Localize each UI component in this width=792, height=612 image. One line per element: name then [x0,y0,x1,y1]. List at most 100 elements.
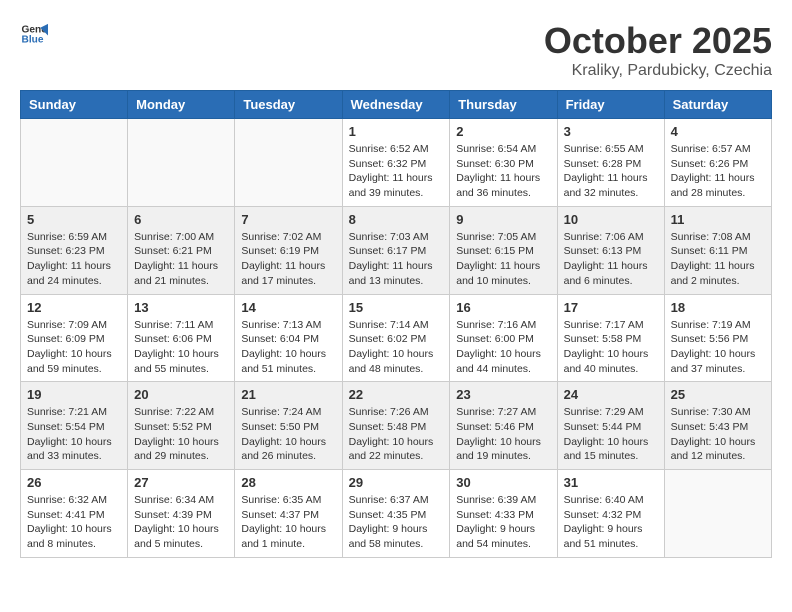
day-info: Sunrise: 7:06 AM Sunset: 6:13 PM Dayligh… [564,230,658,289]
day-number: 26 [27,475,121,490]
day-number: 24 [564,387,658,402]
day-number: 18 [671,300,765,315]
calendar-cell: 26 Sunrise: 6:32 AM Sunset: 4:41 PM Dayli… [21,470,128,558]
day-info: Sunrise: 7:08 AM Sunset: 6:11 PM Dayligh… [671,230,765,289]
day-number: 20 [134,387,228,402]
day-number: 3 [564,124,658,139]
calendar-cell: 19Sunrise: 7:21 AM Sunset: 5:54 PM Dayli… [21,382,128,470]
page-container: General Blue October 2025 Kraliky, Pardu… [20,20,772,558]
calendar-cell [21,119,128,207]
calendar-week-row: 5 Sunrise: 6:59 AM Sunset: 6:23 PM Daylig… [21,206,772,294]
calendar-cell: 30Sunrise: 6:39 AM Sunset: 4:33 PM Dayli… [450,470,557,558]
day-info: Sunrise: 6:34 AM Sunset: 4:39 PM Dayligh… [134,493,228,552]
day-info: Sunrise: 7:05 AM Sunset: 6:15 PM Dayligh… [456,230,550,289]
calendar-cell: 3 Sunrise: 6:55 AM Sunset: 6:28 PM Daylig… [557,119,664,207]
day-info: Sunrise: 6:32 AM Sunset: 4:41 PM Dayligh… [27,493,121,552]
month-title: October 2025 [544,20,772,62]
day-info: Sunrise: 7:26 AM Sunset: 5:48 PM Dayligh… [349,405,444,464]
calendar-cell: 6 Sunrise: 7:00 AM Sunset: 6:21 PM Daylig… [128,206,235,294]
weekday-header-row: SundayMondayTuesdayWednesdayThursdayFrid… [21,91,772,119]
day-number: 16 [456,300,550,315]
day-info: Sunrise: 7:22 AM Sunset: 5:52 PM Dayligh… [134,405,228,464]
day-info: Sunrise: 6:59 AM Sunset: 6:23 PM Dayligh… [27,230,121,289]
weekday-header-sunday: Sunday [21,91,128,119]
calendar-cell: 8Sunrise: 7:03 AM Sunset: 6:17 PM Daylig… [342,206,450,294]
calendar-week-row: 26 Sunrise: 6:32 AM Sunset: 4:41 PM Dayli… [21,470,772,558]
calendar-cell: 15Sunrise: 7:14 AM Sunset: 6:02 PM Dayli… [342,294,450,382]
day-number: 17 [564,300,658,315]
day-info: Sunrise: 7:30 AM Sunset: 5:43 PM Dayligh… [671,405,765,464]
day-number: 25 [671,387,765,402]
weekday-header-wednesday: Wednesday [342,91,450,119]
day-number: 12 [27,300,121,315]
day-number: 27 [134,475,228,490]
calendar-cell: 27 Sunrise: 6:34 AM Sunset: 4:39 PM Dayli… [128,470,235,558]
day-info: Sunrise: 6:39 AM Sunset: 4:33 PM Dayligh… [456,493,550,552]
day-info: Sunrise: 7:21 AM Sunset: 5:54 PM Dayligh… [27,405,121,464]
logo: General Blue [20,20,48,48]
day-number: 1 [349,124,444,139]
day-info: Sunrise: 6:54 AM Sunset: 6:30 PM Dayligh… [456,142,550,201]
day-info: Sunrise: 7:02 AM Sunset: 6:19 PM Dayligh… [241,230,335,289]
calendar-cell: 25 Sunrise: 7:30 AM Sunset: 5:43 PM Dayli… [664,382,771,470]
day-info: Sunrise: 6:37 AM Sunset: 4:35 PM Dayligh… [349,493,444,552]
day-number: 10 [564,212,658,227]
weekday-header-friday: Friday [557,91,664,119]
calendar-cell: 22 Sunrise: 7:26 AM Sunset: 5:48 PM Dayli… [342,382,450,470]
calendar-cell: 24 Sunrise: 7:29 AM Sunset: 5:44 PM Dayli… [557,382,664,470]
day-number: 11 [671,212,765,227]
day-info: Sunrise: 7:00 AM Sunset: 6:21 PM Dayligh… [134,230,228,289]
header: General Blue October 2025 Kraliky, Pardu… [20,20,772,80]
calendar-week-row: 19Sunrise: 7:21 AM Sunset: 5:54 PM Dayli… [21,382,772,470]
calendar-cell: 20 Sunrise: 7:22 AM Sunset: 5:52 PM Dayli… [128,382,235,470]
day-info: Sunrise: 7:13 AM Sunset: 6:04 PM Dayligh… [241,318,335,377]
svg-text:Blue: Blue [22,35,44,46]
calendar-table: SundayMondayTuesdayWednesdayThursdayFrid… [20,90,772,558]
day-number: 5 [27,212,121,227]
calendar-cell: 16Sunrise: 7:16 AM Sunset: 6:00 PM Dayli… [450,294,557,382]
calendar-cell [664,470,771,558]
calendar-cell: 18 Sunrise: 7:19 AM Sunset: 5:56 PM Dayli… [664,294,771,382]
location-subtitle: Kraliky, Pardubicky, Czechia [544,62,772,80]
calendar-cell: 12 Sunrise: 7:09 AM Sunset: 6:09 PM Dayli… [21,294,128,382]
weekday-header-saturday: Saturday [664,91,771,119]
day-info: Sunrise: 7:09 AM Sunset: 6:09 PM Dayligh… [27,318,121,377]
day-info: Sunrise: 6:55 AM Sunset: 6:28 PM Dayligh… [564,142,658,201]
day-number: 9 [456,212,550,227]
day-info: Sunrise: 7:27 AM Sunset: 5:46 PM Dayligh… [456,405,550,464]
day-info: Sunrise: 7:03 AM Sunset: 6:17 PM Dayligh… [349,230,444,289]
calendar-cell [235,119,342,207]
logo-icon: General Blue [20,20,48,48]
day-number: 28 [241,475,335,490]
day-info: Sunrise: 7:24 AM Sunset: 5:50 PM Dayligh… [241,405,335,464]
day-number: 22 [349,387,444,402]
calendar-cell: 2 Sunrise: 6:54 AM Sunset: 6:30 PM Daylig… [450,119,557,207]
weekday-header-monday: Monday [128,91,235,119]
calendar-cell [128,119,235,207]
day-number: 21 [241,387,335,402]
calendar-cell: 5 Sunrise: 6:59 AM Sunset: 6:23 PM Daylig… [21,206,128,294]
day-number: 15 [349,300,444,315]
weekday-header-thursday: Thursday [450,91,557,119]
day-info: Sunrise: 7:17 AM Sunset: 5:58 PM Dayligh… [564,318,658,377]
calendar-cell: 28Sunrise: 6:35 AM Sunset: 4:37 PM Dayli… [235,470,342,558]
calendar-cell: 9 Sunrise: 7:05 AM Sunset: 6:15 PM Daylig… [450,206,557,294]
day-info: Sunrise: 7:19 AM Sunset: 5:56 PM Dayligh… [671,318,765,377]
calendar-week-row: 1 Sunrise: 6:52 AM Sunset: 6:32 PM Daylig… [21,119,772,207]
calendar-cell: 1 Sunrise: 6:52 AM Sunset: 6:32 PM Daylig… [342,119,450,207]
day-number: 2 [456,124,550,139]
day-number: 29 [349,475,444,490]
day-info: Sunrise: 7:29 AM Sunset: 5:44 PM Dayligh… [564,405,658,464]
calendar-cell: 13Sunrise: 7:11 AM Sunset: 6:06 PM Dayli… [128,294,235,382]
calendar-cell: 29 Sunrise: 6:37 AM Sunset: 4:35 PM Dayli… [342,470,450,558]
weekday-header-tuesday: Tuesday [235,91,342,119]
title-section: October 2025 Kraliky, Pardubicky, Czechi… [544,20,772,80]
calendar-cell: 4Sunrise: 6:57 AM Sunset: 6:26 PM Daylig… [664,119,771,207]
calendar-cell: 17 Sunrise: 7:17 AM Sunset: 5:58 PM Dayli… [557,294,664,382]
day-number: 6 [134,212,228,227]
day-number: 4 [671,124,765,139]
calendar-cell: 14Sunrise: 7:13 AM Sunset: 6:04 PM Dayli… [235,294,342,382]
day-info: Sunrise: 6:52 AM Sunset: 6:32 PM Dayligh… [349,142,444,201]
calendar-cell: 21 Sunrise: 7:24 AM Sunset: 5:50 PM Dayli… [235,382,342,470]
day-number: 31 [564,475,658,490]
